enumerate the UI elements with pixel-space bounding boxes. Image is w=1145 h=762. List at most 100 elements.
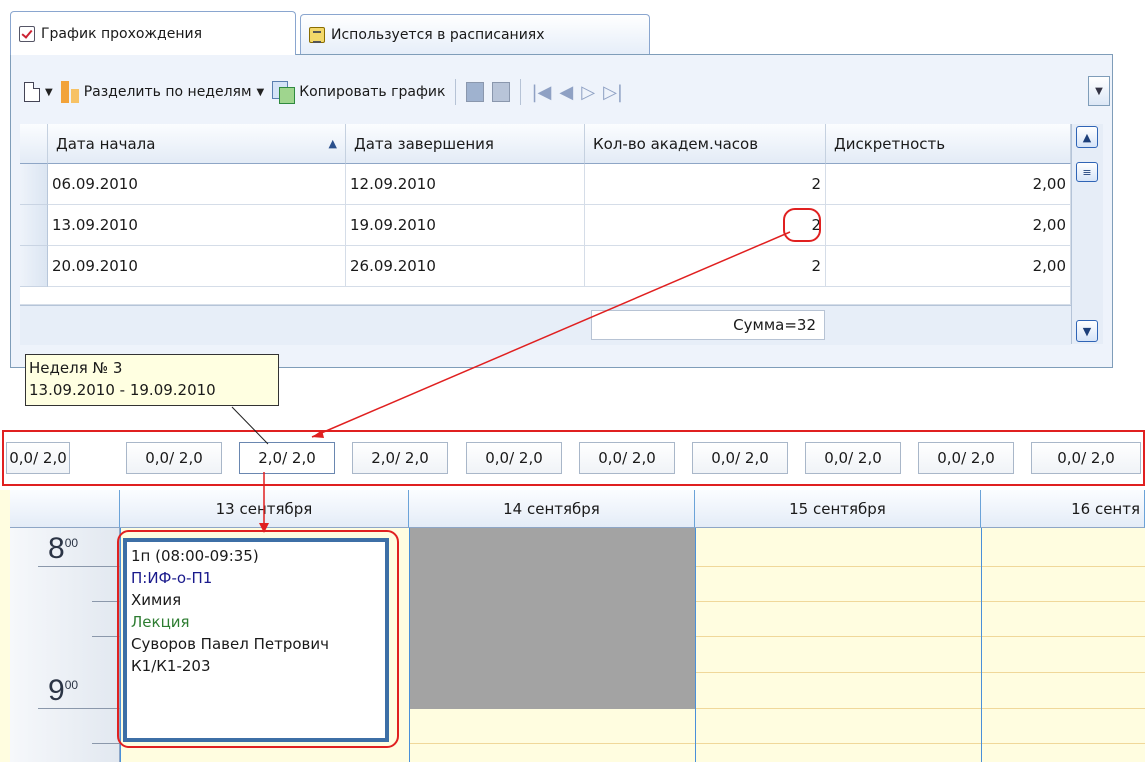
week-cell-2[interactable]: 0,0/ 2,0: [126, 442, 222, 474]
column-header-end-label: Дата завершения: [354, 134, 494, 153]
scroll-up-button[interactable]: ▲: [1076, 126, 1098, 148]
week-tooltip: Неделя № 3 13.09.2010 - 19.09.2010: [25, 354, 279, 406]
copy-icon: [272, 81, 296, 104]
grid-scrollbar[interactable]: ▲ ≡ ▼: [1071, 124, 1103, 344]
last-icon: ▷|: [603, 81, 624, 103]
delete-icon: [466, 82, 485, 102]
table-row-cell[interactable]: 2,00: [826, 205, 1071, 246]
row-selector[interactable]: [20, 246, 48, 287]
quarter-tick: [92, 601, 120, 602]
table-row-cell[interactable]: 2: [585, 164, 826, 205]
day-divider: [981, 528, 982, 762]
table-row-cell[interactable]: 20.09.2010: [48, 246, 346, 287]
next-icon: ▷: [581, 81, 596, 103]
toolbar: ▼ Разделить по неделям ▼ Копировать граф…: [20, 72, 1113, 112]
table-row-cell[interactable]: 12.09.2010: [346, 164, 585, 205]
row-selector[interactable]: [20, 205, 48, 246]
sort-ascending-icon: ▲: [328, 137, 337, 150]
chevron-down-icon: ▼: [1095, 85, 1103, 97]
chevron-down-icon[interactable]: ▼: [45, 87, 53, 98]
column-header-discreteness-label: Дискретность: [834, 134, 946, 153]
column-header-start[interactable]: Дата начала ▲: [48, 124, 346, 164]
first-button[interactable]: |◀: [527, 74, 555, 110]
toolbar-overflow-button[interactable]: ▼: [1088, 76, 1110, 106]
list-icon: [309, 26, 325, 43]
prev-button[interactable]: ◀: [555, 74, 577, 110]
last-button[interactable]: ▷|: [599, 74, 627, 110]
column-header-end[interactable]: Дата завершения: [346, 124, 585, 164]
tab-used-label: Используется в расписаниях: [331, 26, 545, 43]
grid-footer: [20, 305, 1071, 345]
table-row-cell[interactable]: 19.09.2010: [346, 205, 585, 246]
new-document-icon: [24, 82, 40, 102]
week-cell-5[interactable]: 0,0/ 2,0: [466, 442, 562, 474]
table-row-cell[interactable]: 13.09.2010: [48, 205, 346, 246]
edit-button[interactable]: [488, 74, 514, 110]
table-row-cell[interactable]: 2,00: [826, 164, 1071, 205]
day-header-13[interactable]: 13 сентября: [120, 490, 409, 528]
column-header-hours[interactable]: Кол-во академ.часов: [585, 124, 826, 164]
check-icon: [19, 25, 35, 42]
day-divider: [695, 528, 696, 762]
day-header-16[interactable]: 16 сентя: [981, 490, 1145, 528]
week-cell-4[interactable]: 2,0/ 2,0: [352, 442, 448, 474]
sum-total: Сумма=32: [591, 310, 825, 340]
day-header-14[interactable]: 14 сентября: [409, 490, 695, 528]
first-icon: |◀: [531, 81, 552, 103]
lesson-highlight: [117, 530, 399, 748]
tooltip-week-number: Неделя № 3: [29, 359, 123, 377]
week-cell-9[interactable]: 0,0/ 2,0: [918, 442, 1014, 474]
hour-8-value: 8: [48, 532, 65, 565]
toolbar-separator: [520, 79, 522, 105]
scroll-thumb[interactable]: ≡: [1076, 162, 1098, 182]
hour-suffix: 00: [64, 536, 79, 550]
table-row-cell[interactable]: 26.09.2010: [346, 246, 585, 287]
tab-schedule[interactable]: График прохождения: [10, 11, 296, 55]
highlight-circle: [783, 208, 821, 242]
tab-schedule-label: График прохождения: [41, 25, 203, 42]
chevron-down-icon: ▼: [1082, 324, 1092, 338]
row-selector[interactable]: [20, 164, 48, 205]
split-icon: [60, 81, 79, 103]
column-header-start-label: Дата начала: [56, 134, 156, 153]
hour-label-8: 800: [48, 532, 78, 566]
hour-9-value: 9: [48, 674, 65, 707]
week-cell-7[interactable]: 0,0/ 2,0: [692, 442, 788, 474]
table-row-cell[interactable]: 2: [585, 246, 826, 287]
hour-suffix: 00: [64, 678, 79, 692]
new-button[interactable]: ▼: [20, 74, 57, 110]
copy-schedule-button[interactable]: Копировать график: [268, 74, 449, 110]
day-divider: [409, 528, 410, 762]
calendar-corner: [10, 490, 120, 528]
edit-icon: [492, 82, 511, 102]
prev-icon: ◀: [559, 81, 574, 103]
week-cell-8[interactable]: 0,0/ 2,0: [805, 442, 901, 474]
chevron-up-icon: ▲: [1082, 130, 1092, 144]
grid-corner: [20, 124, 48, 164]
partial-row: [20, 287, 1071, 305]
quarter-tick: [92, 636, 120, 637]
week-cell-3[interactable]: 2,0/ 2,0: [239, 442, 335, 474]
grid-line: [409, 743, 1145, 744]
grip-icon: ≡: [1082, 165, 1092, 179]
week-cell-10[interactable]: 0,0/ 2,0: [1031, 442, 1141, 474]
hour-tick: [38, 566, 120, 567]
tooltip-date-range: 13.09.2010 - 19.09.2010: [29, 381, 216, 399]
table-row-cell[interactable]: 2,00: [826, 246, 1071, 287]
column-header-hours-label: Кол-во академ.часов: [593, 134, 759, 153]
hour-tick: [38, 708, 120, 709]
copy-schedule-label: Копировать график: [299, 84, 446, 100]
column-header-discreteness[interactable]: Дискретность: [826, 124, 1071, 164]
tab-used-in-schedules[interactable]: Используется в расписаниях: [300, 14, 650, 54]
table-row-cell[interactable]: 06.09.2010: [48, 164, 346, 205]
delete-button[interactable]: [462, 74, 488, 110]
day-header-15[interactable]: 15 сентября: [695, 490, 981, 528]
chevron-down-icon[interactable]: ▼: [257, 87, 265, 98]
quarter-tick: [92, 743, 120, 744]
scroll-down-button[interactable]: ▼: [1076, 320, 1098, 342]
week-cell-6[interactable]: 0,0/ 2,0: [579, 442, 675, 474]
toolbar-separator: [455, 79, 457, 105]
week-cell-1[interactable]: 0,0/ 2,0: [6, 442, 70, 474]
next-button[interactable]: ▷: [577, 74, 599, 110]
split-by-weeks-button[interactable]: Разделить по неделям ▼: [57, 74, 269, 110]
